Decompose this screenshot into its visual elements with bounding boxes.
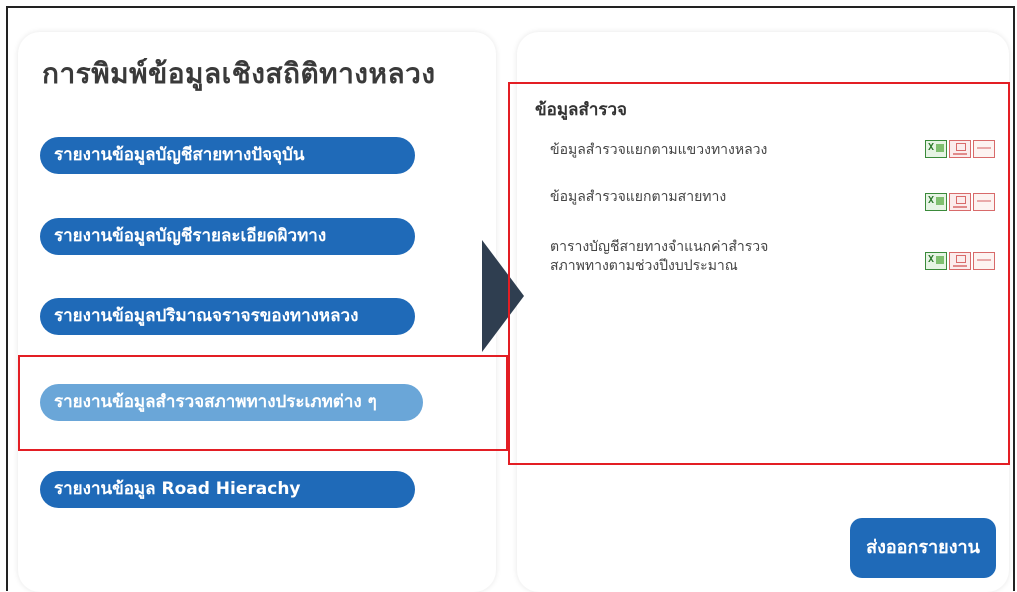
page-title: การพิมพ์ข้อมูลเชิงสถิติทางหลวง: [42, 57, 436, 90]
survey-section-title: ข้อมูลสำรวจ: [535, 100, 628, 120]
export-report-button[interactable]: ส่งออกรายงาน: [850, 518, 996, 578]
menu-button-traffic-volume[interactable]: รายงานข้อมูลปริมาณจราจรของทางหลวง: [40, 298, 415, 335]
pdf-icon[interactable]: [949, 193, 971, 211]
xls-icon[interactable]: [925, 140, 947, 158]
survey-item-by-district: ข้อมูลสำรวจแยกตามแขวงทางหลวง: [550, 142, 768, 158]
xls-icon[interactable]: [925, 252, 947, 270]
highlight-box-menu: [18, 355, 508, 451]
menu-button-current-route-list[interactable]: รายงานข้อมูลบัญชีสายทางปัจจุบัน: [40, 137, 415, 174]
pdf-icon[interactable]: [949, 140, 971, 158]
export-icons-by-fiscal-year: [925, 252, 995, 270]
pdf-icon[interactable]: [949, 252, 971, 270]
other-icon[interactable]: [973, 193, 995, 211]
survey-item-line1: ตารางบัญชีสายทางจำแนกค่าสำรวจ: [550, 239, 769, 255]
survey-item-line2: สภาพทางตามช่วงปีงบประมาณ: [550, 258, 738, 274]
survey-item-by-route: ข้อมูลสำรวจแยกตามสายทาง: [550, 189, 727, 205]
export-icons-by-route: [925, 193, 995, 211]
survey-item-by-fiscal-year: ตารางบัญชีสายทางจำแนกค่าสำรวจ สภาพทางตาม…: [550, 238, 768, 276]
menu-button-road-hierarchy[interactable]: รายงานข้อมูล Road Hierachy: [40, 471, 415, 508]
menu-button-surface-detail[interactable]: รายงานข้อมูลบัญชีรายละเอียดผิวทาง: [40, 218, 415, 255]
other-icon[interactable]: [973, 140, 995, 158]
other-icon[interactable]: [973, 252, 995, 270]
export-icons-by-district: [925, 140, 995, 158]
xls-icon[interactable]: [925, 193, 947, 211]
